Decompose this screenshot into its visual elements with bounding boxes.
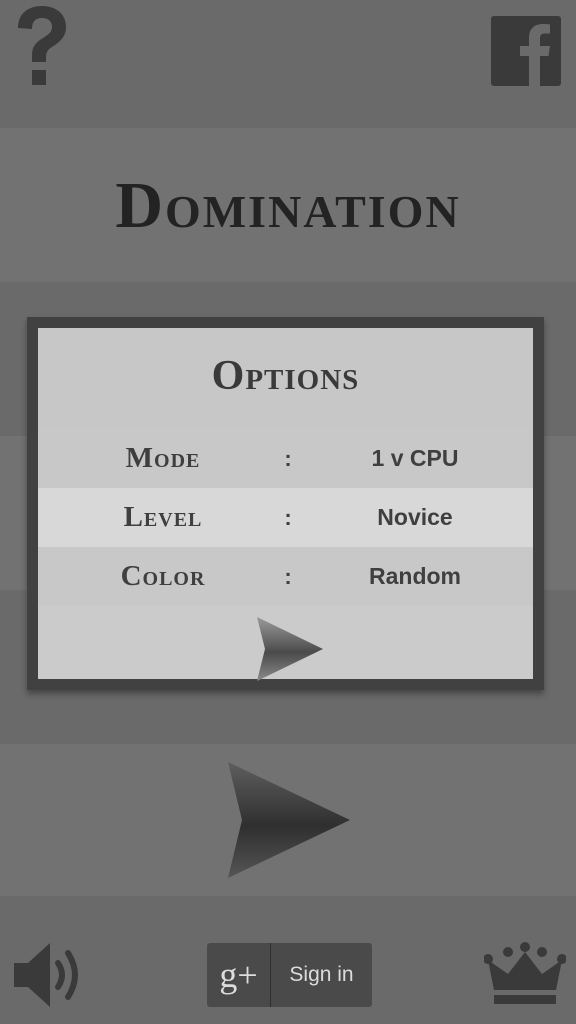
option-value: Random	[369, 563, 461, 589]
option-separator: :	[284, 505, 292, 530]
google-plus-logo-text: g+	[219, 955, 258, 995]
options-panel: Options Mode : 1 v CPU Level : Novice Co…	[27, 317, 544, 690]
option-separator: :	[284, 446, 292, 471]
option-label: Level	[123, 501, 203, 533]
sound-toggle-button[interactable]	[10, 937, 90, 1013]
play-button[interactable]	[222, 758, 354, 882]
crown-icon	[483, 942, 567, 1004]
options-confirm-button[interactable]	[251, 613, 331, 685]
game-title: Domination	[115, 169, 461, 242]
signin-label: Sign in	[289, 963, 354, 986]
option-label: Mode	[125, 442, 201, 474]
facebook-button[interactable]	[491, 16, 561, 86]
options-title: Options	[211, 353, 360, 399]
question-mark-icon	[18, 6, 66, 85]
options-header: Options	[38, 328, 533, 429]
main-menu-screen: Domination Options Mode : 1 v CPU Level …	[0, 0, 576, 1024]
background-band	[0, 0, 576, 128]
google-plus-signin-button[interactable]: g+ Sign in	[207, 943, 372, 1007]
arrow-right-icon	[228, 762, 350, 878]
option-separator: :	[284, 564, 292, 589]
help-button[interactable]	[12, 4, 72, 90]
option-row-color[interactable]: Color : Random	[38, 547, 533, 606]
option-label: Color	[120, 560, 206, 592]
option-value: 1 v CPU	[371, 445, 459, 471]
option-row-mode[interactable]: Mode : 1 v CPU	[38, 429, 533, 488]
arrow-right-icon	[257, 617, 323, 681]
option-row-level[interactable]: Level : Novice	[38, 488, 533, 547]
google-plus-icon: g+	[207, 943, 271, 1007]
leaderboard-button[interactable]	[483, 940, 567, 1008]
option-value: Novice	[377, 504, 453, 530]
facebook-icon	[491, 16, 561, 86]
speaker-icon	[14, 943, 78, 1007]
